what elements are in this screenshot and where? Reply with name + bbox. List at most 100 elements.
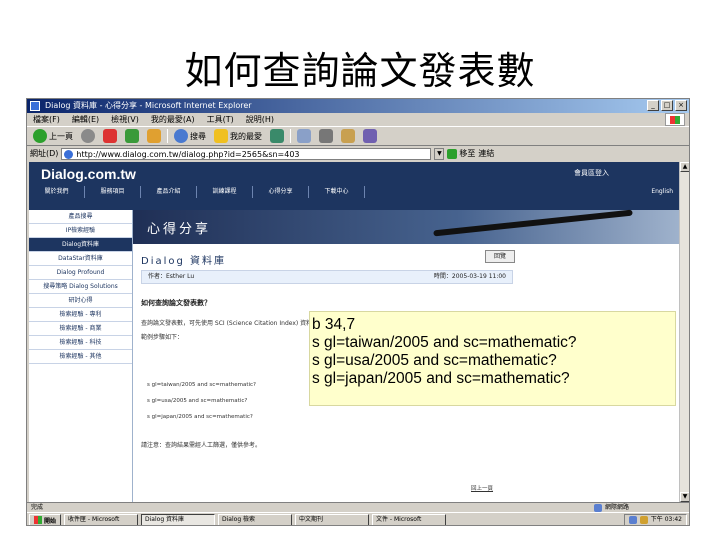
go-arrow-icon [447, 148, 458, 159]
search-line: s gl=japan/2005 and sc=mathematic? [147, 414, 253, 420]
sidebar-item-notes[interactable]: 研討心得 [29, 294, 132, 308]
links-label[interactable]: 連結 [478, 148, 494, 159]
edit-icon [341, 129, 355, 143]
discuss-button[interactable] [361, 128, 379, 144]
article-meta: 作者：Esther Lu 時間：2005-03-19 11:00 [141, 270, 513, 284]
stop-icon [103, 129, 117, 143]
menu-file[interactable]: 檔案(F) [33, 113, 60, 126]
home-button[interactable] [145, 128, 163, 144]
menu-help[interactable]: 說明(H) [246, 113, 274, 126]
article-author: 作者：Esther Lu [148, 273, 195, 280]
toolbar: 上一頁 搜尋 我的最愛 [27, 126, 689, 146]
go-label: 移至 [459, 149, 476, 158]
page-banner: 心得分享 [133, 209, 679, 244]
nav-training[interactable]: 訓練課程 [197, 186, 253, 198]
forward-arrow-icon [81, 129, 95, 143]
toolbar-separator [290, 129, 291, 143]
address-input[interactable]: http://www.dialog.com.tw/dialog.php?id=2… [61, 147, 432, 160]
site-sidebar: 產品搜尋 IP檢索經驗 Dialog資料庫 DataStar資料庫 Dialog… [29, 210, 133, 502]
vertical-scrollbar[interactable]: ▲ ▼ [679, 162, 689, 502]
menu-favorites[interactable]: 我的最愛(A) [151, 113, 195, 126]
star-icon [214, 129, 228, 143]
status-zone: 網際網路 [593, 503, 629, 512]
edit-button[interactable] [339, 128, 357, 144]
nav-services[interactable]: 服務項目 [85, 186, 141, 198]
favorites-label: 我的最愛 [230, 131, 262, 141]
history-icon [270, 129, 284, 143]
sidebar-item-other[interactable]: 檢索經驗 - 其他 [29, 350, 132, 364]
favorites-button[interactable]: 我的最愛 [212, 128, 264, 144]
sidebar-item-profound[interactable]: Dialog Profound [29, 266, 132, 280]
sidebar-item-datastar[interactable]: DataStar資料庫 [29, 252, 132, 266]
menu-view[interactable]: 檢視(V) [111, 113, 139, 126]
site-header: Dialog.com.tw 會員區登入 關於我們 服務項目 產品介紹 訓練課程 … [29, 162, 679, 210]
print-icon [319, 129, 333, 143]
search-line: s gl=usa/2005 and sc=mathematic? [147, 398, 248, 404]
callout-line: s gl=taiwan/2005 and sc=mathematic? [312, 334, 577, 351]
sidebar-item-solutions[interactable]: 搜尋策略 Dialog Solutions [29, 280, 132, 294]
callout-line: s gl=usa/2005 and sc=mathematic? [312, 352, 557, 369]
close-icon[interactable]: × [675, 100, 687, 111]
task-button[interactable]: 中文期刊 [295, 514, 370, 525]
maximize-icon[interactable]: □ [661, 100, 673, 111]
article-question: 如何查詢論文發表數？ [141, 299, 211, 307]
slide-title: 如何查詢論文發表數 [184, 49, 536, 93]
scroll-up-icon[interactable]: ▲ [680, 162, 689, 172]
system-tray: 下午 03:42 [623, 514, 687, 525]
task-button[interactable]: 文件 - Microsoft [372, 514, 447, 525]
back-arrow-icon [33, 129, 47, 143]
sidebar-item-product-search[interactable]: 產品搜尋 [29, 210, 132, 224]
address-label: 網址(D) [30, 149, 59, 158]
toolbar-separator [167, 129, 168, 143]
stop-button[interactable] [101, 128, 119, 144]
back-button[interactable]: 上一頁 [31, 128, 75, 144]
nav-download[interactable]: 下載中心 [309, 186, 365, 198]
home-icon [147, 129, 161, 143]
clock: 下午 03:42 [650, 516, 682, 523]
refresh-icon [125, 129, 139, 143]
menu-edit[interactable]: 編輯(E) [72, 113, 99, 126]
start-button[interactable]: 開始 [29, 514, 62, 525]
history-button[interactable] [268, 128, 286, 144]
status-text: 完成 [31, 504, 44, 511]
sidebar-item-business[interactable]: 檢索經驗 - 商業 [29, 322, 132, 336]
refresh-button[interactable] [123, 128, 141, 144]
sidebar-item-tech[interactable]: 檢索經驗 - 科技 [29, 336, 132, 350]
status-zone-label: 網際網路 [604, 504, 629, 511]
search-button[interactable]: 搜尋 [172, 128, 208, 144]
mail-button[interactable] [295, 128, 313, 144]
back-page-link[interactable]: 回上一頁 [471, 484, 493, 492]
back-label: 上一頁 [49, 131, 73, 141]
member-login-link[interactable]: 會員區登入 [574, 168, 609, 178]
print-button[interactable] [317, 128, 335, 144]
task-button[interactable]: 收件匣 - Microsoft [64, 514, 139, 525]
content-title: Dialog 資料庫 [141, 256, 227, 267]
article-footer-note: 請注意：查詢結果需經人工篩選，僅供參考。 [141, 442, 262, 449]
nav-english[interactable]: English [651, 186, 673, 198]
menu-tools[interactable]: 工具(T) [207, 113, 234, 126]
taskbar: 開始 收件匣 - Microsoft Dialog 資料庫 Dialog 檢索 … [27, 512, 689, 525]
ie-icon [30, 101, 40, 111]
task-button[interactable]: Dialog 資料庫 [141, 514, 216, 525]
minimize-icon[interactable]: _ [647, 100, 659, 111]
sidebar-item-dialog[interactable]: Dialog資料庫 [29, 238, 132, 252]
mail-icon [297, 129, 311, 143]
nav-products[interactable]: 產品介紹 [141, 186, 197, 198]
address-bar: 網址(D) http://www.dialog.com.tw/dialog.ph… [27, 146, 689, 161]
go-button[interactable]: 移至 [447, 148, 475, 159]
tray-icon[interactable] [628, 516, 637, 524]
sidebar-item-ip-search[interactable]: IP檢索經驗 [29, 224, 132, 238]
nav-about[interactable]: 關於我們 [29, 186, 85, 198]
banner-title: 心得分享 [147, 222, 212, 237]
site-logo[interactable]: Dialog.com.tw [41, 166, 136, 182]
tray-icon[interactable] [639, 516, 648, 524]
address-dropdown-icon[interactable]: ▼ [434, 147, 445, 160]
task-button[interactable]: Dialog 檢索 [218, 514, 293, 525]
article-date: 時間：2005-03-19 11:00 [433, 273, 506, 280]
sidebar-item-patent[interactable]: 檢索經驗 - 專利 [29, 308, 132, 322]
forward-button[interactable] [79, 128, 97, 144]
back-list-button[interactable]: 回覽 [485, 250, 515, 263]
nav-sharing[interactable]: 心得分享 [253, 186, 309, 198]
scroll-down-icon[interactable]: ▼ [680, 492, 689, 502]
windows-flag-icon [34, 516, 42, 524]
